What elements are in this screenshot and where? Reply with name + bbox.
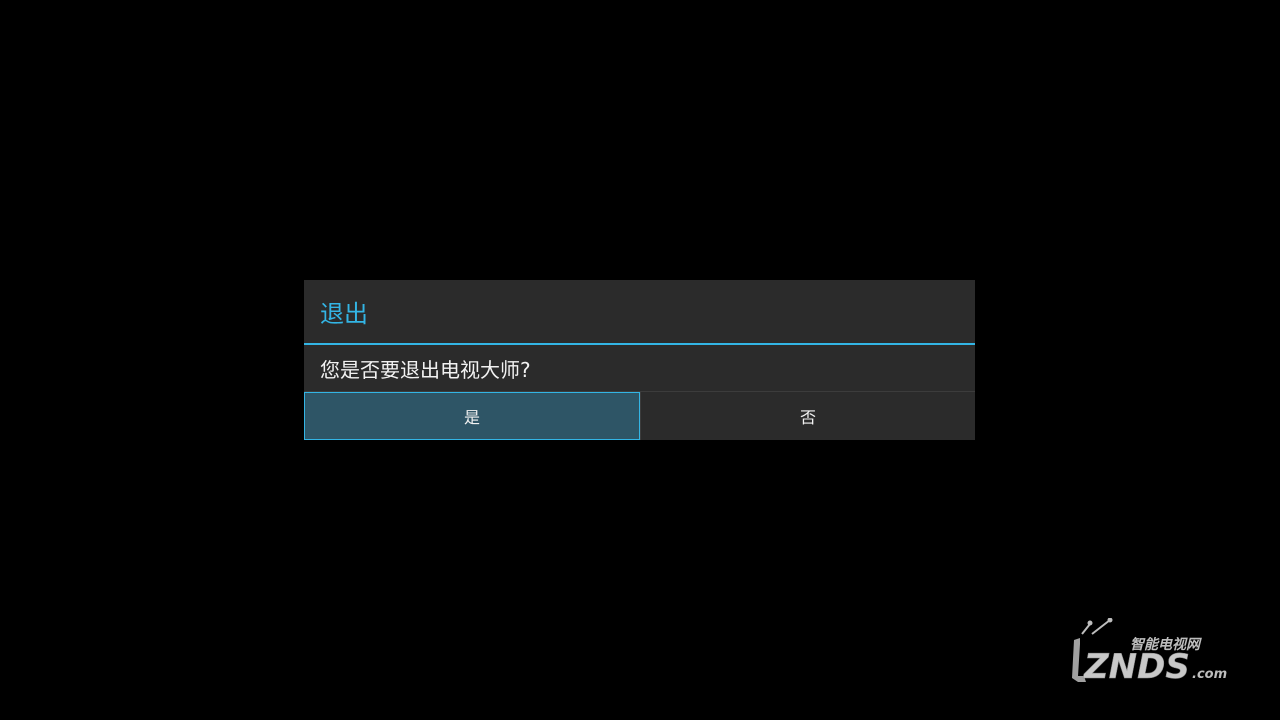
confirm-button[interactable]: 是 <box>304 392 640 440</box>
watermark-brand: ZNDS <box>1083 647 1190 687</box>
screen: 退出 您是否要退出电视大师? 是 否 智能电视网 ZNDS .com <box>0 0 1280 720</box>
dialog-message: 您是否要退出电视大师? <box>304 345 975 392</box>
znds-watermark-logo: 智能电视网 ZNDS .com <box>1072 618 1227 687</box>
dialog-title: 退出 <box>304 280 975 345</box>
cancel-button[interactable]: 否 <box>640 392 975 440</box>
dialog-button-bar: 是 否 <box>304 392 975 440</box>
exit-dialog: 退出 您是否要退出电视大师? 是 否 <box>304 280 975 440</box>
watermark-suffix: .com <box>1192 667 1227 682</box>
